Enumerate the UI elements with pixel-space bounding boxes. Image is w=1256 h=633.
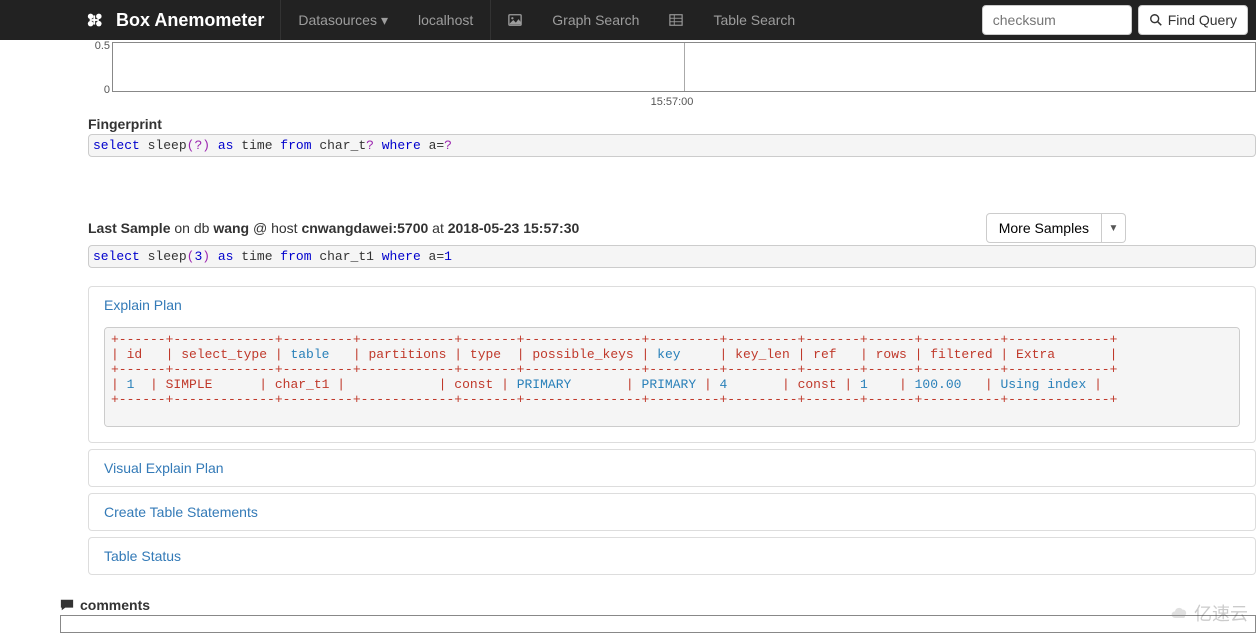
search-icon — [1149, 13, 1163, 27]
caret-down-icon: ▾ — [381, 12, 388, 29]
comment-icon — [60, 598, 74, 612]
more-samples-button[interactable]: More Samples — [986, 213, 1102, 243]
picture-icon — [508, 13, 522, 27]
t: at — [428, 220, 447, 236]
fingerprint-sql[interactable]: select sleep(?) as time from char_t? whe… — [88, 134, 1256, 157]
nav-table-icon[interactable] — [654, 0, 698, 40]
nav-datasources[interactable]: Datasources ▾ — [283, 0, 403, 40]
table-status-panel: Table Status — [88, 537, 1256, 575]
brand-logo-icon — [86, 12, 108, 28]
explain-plan-output[interactable]: +------+-------------+---------+--------… — [104, 327, 1240, 427]
chart-area: 0.5 0 15:57:00 — [88, 42, 1256, 110]
last-sample-prefix: Last Sample — [88, 220, 170, 236]
t: @ host — [249, 220, 301, 236]
visual-explain-link[interactable]: Visual Explain Plan — [104, 460, 224, 476]
t: on db — [170, 220, 213, 236]
nav-localhost[interactable]: localhost — [403, 0, 488, 40]
checksum-input[interactable] — [982, 5, 1132, 35]
last-sample-ts: 2018-05-23 15:57:30 — [448, 220, 580, 236]
nav-graph-search[interactable]: Graph Search — [537, 0, 654, 40]
last-sample-host: cnwangdawei:5700 — [301, 220, 428, 236]
find-query-button[interactable]: Find Query — [1138, 5, 1248, 35]
last-sample-text: Last Sample on db wang @ host cnwangdawe… — [88, 220, 579, 236]
top-navbar: Box Anemometer Datasources ▾ localhost G… — [0, 0, 1256, 40]
table-status-header[interactable]: Table Status — [89, 538, 1255, 574]
last-sample-db: wang — [213, 220, 249, 236]
create-table-header[interactable]: Create Table Statements — [89, 494, 1255, 530]
table-icon — [669, 13, 683, 27]
last-sample-sql[interactable]: select sleep(3) as time from char_t1 whe… — [88, 245, 1256, 268]
more-samples-dropdown[interactable]: ▼ — [1102, 213, 1126, 243]
explain-plan-link[interactable]: Explain Plan — [104, 297, 182, 313]
comments-box[interactable] — [60, 615, 1256, 633]
find-query-label: Find Query — [1168, 12, 1237, 28]
brand[interactable]: Box Anemometer — [8, 10, 278, 31]
chart-ytick: 0 — [104, 84, 110, 96]
chart-ytick: 0.5 — [95, 40, 110, 52]
nav-image-icon[interactable] — [493, 0, 537, 40]
brand-text: Box Anemometer — [116, 10, 264, 31]
explain-plan-header[interactable]: Explain Plan — [89, 287, 1255, 323]
table-status-link[interactable]: Table Status — [104, 548, 181, 564]
explain-plan-panel: Explain Plan +------+-------------+-----… — [88, 286, 1256, 443]
fingerprint-label: Fingerprint — [88, 116, 1256, 132]
create-table-link[interactable]: Create Table Statements — [104, 504, 258, 520]
nav-divider — [490, 0, 491, 40]
chart-vline — [684, 43, 685, 91]
visual-explain-header[interactable]: Visual Explain Plan — [89, 450, 1255, 486]
nav-datasources-label: Datasources — [298, 12, 377, 28]
create-table-panel: Create Table Statements — [88, 493, 1256, 531]
nav-table-search[interactable]: Table Search — [698, 0, 810, 40]
chart-xtick: 15:57:00 — [651, 96, 694, 108]
comments-heading: comments — [60, 597, 1256, 613]
caret-down-icon: ▼ — [1109, 223, 1119, 234]
nav-divider — [280, 0, 281, 40]
visual-explain-panel: Visual Explain Plan — [88, 449, 1256, 487]
comments-label: comments — [80, 597, 150, 613]
chart-plot[interactable] — [112, 42, 1256, 92]
